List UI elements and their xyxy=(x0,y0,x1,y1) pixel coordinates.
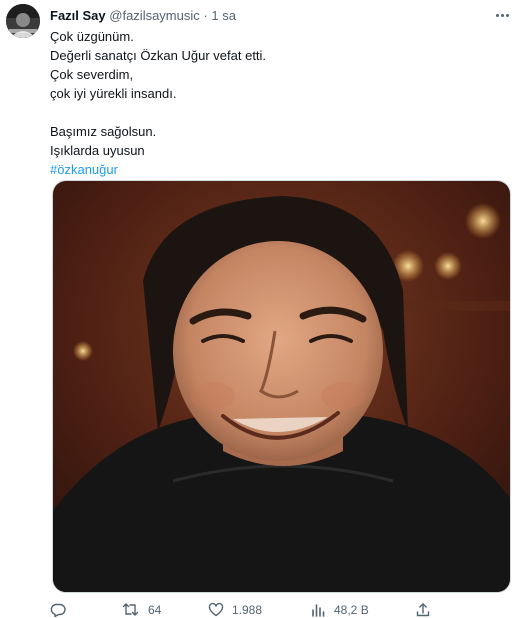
tweet-line: Çok üzgünüm. xyxy=(50,29,134,44)
tweet-text: Çok üzgünüm. Değerli sanatçı Özkan Uğur … xyxy=(50,27,506,179)
share-icon xyxy=(415,602,431,618)
tweet-line: Değerli sanatçı Özkan Uğur vefat etti. xyxy=(50,48,267,63)
reply-button[interactable] xyxy=(50,602,74,618)
reply-icon xyxy=(50,602,66,618)
tweet[interactable]: Fazıl Say @fazilsaymusic · 1 sa Çok üzgü… xyxy=(0,0,526,618)
tweet-line: Işıklarda uyusun xyxy=(50,143,145,158)
tweet-line xyxy=(50,103,506,122)
share-button[interactable] xyxy=(415,602,431,618)
retweet-icon xyxy=(122,602,140,618)
heart-icon xyxy=(208,602,224,618)
tweet-line: Çok severdim, xyxy=(50,67,134,82)
tweet-header: Fazıl Say @fazilsaymusic · 1 sa xyxy=(50,7,486,25)
avatar[interactable] xyxy=(6,4,40,38)
retweet-count: 64 xyxy=(148,603,162,617)
user-name[interactable]: Fazıl Say xyxy=(50,8,106,23)
like-button[interactable]: 1.988 xyxy=(208,602,262,618)
retweet-button[interactable]: 64 xyxy=(122,602,161,618)
tweet-line: çok iyi yürekli insandı. xyxy=(50,86,177,101)
more-icon[interactable] xyxy=(492,7,512,23)
hashtag-link[interactable]: #özkanuğur xyxy=(50,160,506,179)
user-handle[interactable]: @fazilsaymusic xyxy=(109,8,200,23)
tweet-line: Başımız sağolsun. xyxy=(50,124,157,139)
tweet-actions: 64 1.988 48,2 B xyxy=(50,602,490,618)
timestamp[interactable]: 1 sa xyxy=(211,8,236,23)
tweet-photo[interactable] xyxy=(52,180,511,593)
like-count: 1.988 xyxy=(232,603,263,617)
views-button[interactable]: 48,2 B xyxy=(310,602,369,618)
separator: · xyxy=(203,8,208,23)
views-icon xyxy=(310,602,326,618)
view-count: 48,2 B xyxy=(334,603,369,617)
